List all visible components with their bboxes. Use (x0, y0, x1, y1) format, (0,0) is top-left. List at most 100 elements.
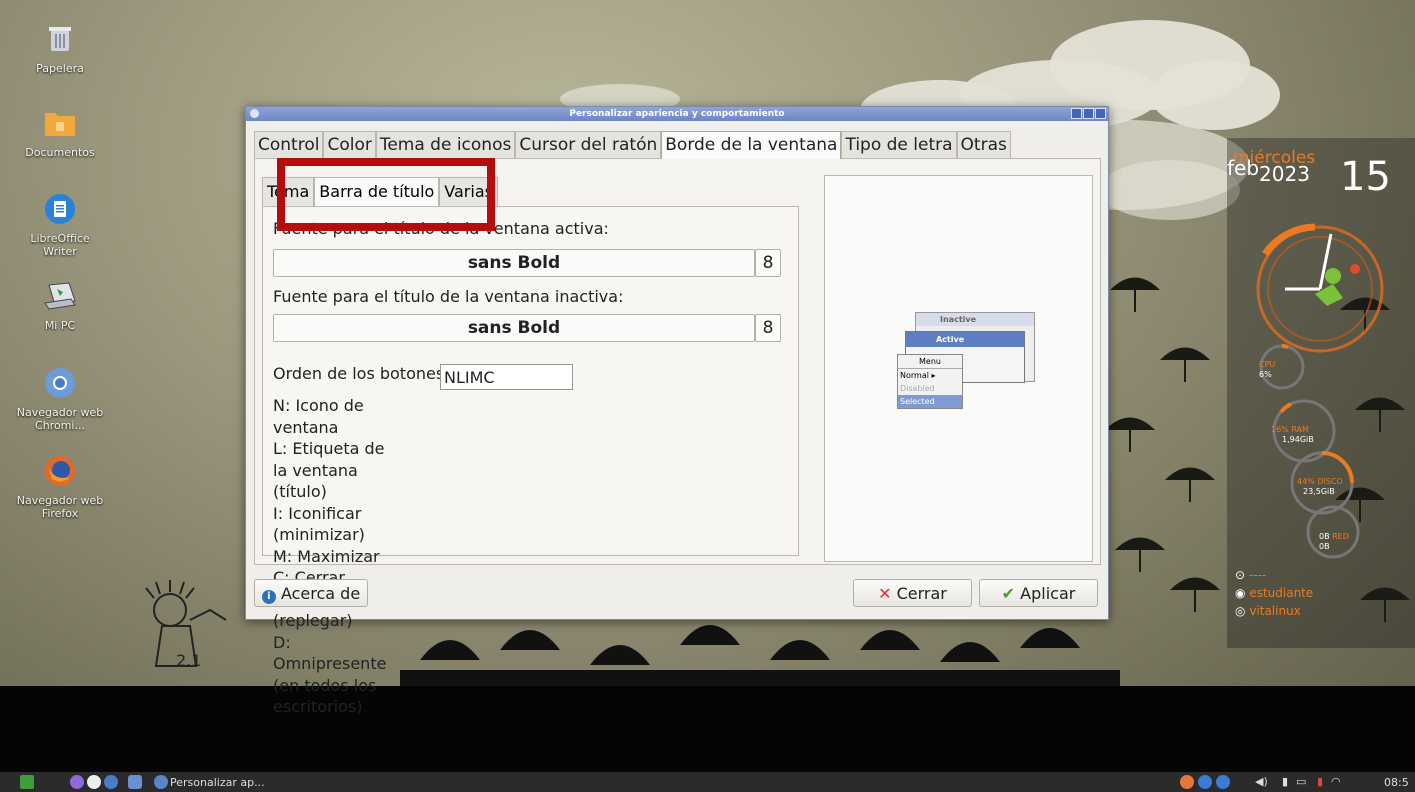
inactive-font-size[interactable]: 8 (755, 314, 781, 342)
legend-item: I: Iconificar (minimizar) (273, 503, 365, 545)
launcher-icon-1[interactable] (70, 775, 84, 789)
legend-item: M: Maximizar (273, 546, 380, 566)
disk-label: 44% DISCO (1297, 477, 1343, 486)
tab-other[interactable]: Otras (956, 131, 1011, 158)
desktop-icon-documents[interactable]: Documentos (15, 104, 105, 159)
ram-label: 16% RAM (1271, 425, 1309, 434)
info-icon: i (261, 590, 276, 604)
ip-icon: ⊙ (1235, 568, 1246, 582)
highlight-box (277, 158, 495, 231)
main-tabs: Control Color Tema de iconos Cursor del … (254, 131, 1011, 159)
preview-menu-title: Menu (898, 355, 962, 369)
show-desktop-icon[interactable] (128, 775, 142, 789)
window-menu-icon[interactable] (250, 109, 259, 118)
desktop-icon-label: LibreOffice Writer (30, 232, 90, 258)
inactive-font-button[interactable]: sans Bold (273, 314, 755, 342)
host-label: vitalinux (1249, 604, 1301, 618)
tray-icon-1[interactable] (1180, 775, 1194, 789)
cpu-value: 6% (1259, 370, 1272, 379)
net-label: RED (1332, 532, 1349, 541)
volume-icon[interactable]: ◀) (1255, 775, 1268, 788)
tray-icon-2[interactable] (1198, 775, 1212, 789)
desktop-icon-label: Mi PC (44, 319, 76, 332)
firefox-icon (41, 452, 79, 490)
boy-illustration: 2.1 (145, 580, 227, 670)
user-label: estudiante (1249, 586, 1314, 600)
cloud (1150, 60, 1280, 130)
battery-icon[interactable]: ▮ (1282, 775, 1288, 788)
close-x-icon: ✕ (878, 584, 892, 603)
tab-icon-theme[interactable]: Tema de iconos (375, 131, 516, 158)
launcher-icon-3[interactable] (104, 775, 118, 789)
button-order-input[interactable]: NLIMC (440, 364, 573, 390)
tab-cursor[interactable]: Cursor del ratón (515, 131, 662, 158)
active-font-size[interactable]: 8 (755, 249, 781, 277)
writer-icon (41, 190, 79, 228)
display-icon[interactable]: ▭ (1296, 775, 1306, 788)
disk-value: 23,5GiB (1303, 487, 1335, 496)
legend-item: L: Etiqueta de la ventana (título) (273, 439, 385, 501)
trash-icon (41, 20, 79, 58)
ground-silhouette (0, 686, 1415, 772)
minimize-icon[interactable] (1071, 108, 1082, 119)
start-menu-icon[interactable] (20, 775, 34, 789)
preview-menu-disabled: Disabled (900, 384, 935, 393)
user-icon: ◉ (1235, 586, 1246, 600)
maximize-icon[interactable] (1083, 108, 1094, 119)
active-font-button[interactable]: sans Bold (273, 249, 755, 277)
tab-color[interactable]: Color (323, 131, 376, 158)
desktop-icon-firefox[interactable]: Navegador web Firefox (15, 452, 105, 520)
preview-menu: Menu Normal ▸ Disabled Selected (897, 354, 963, 409)
order-label: Orden de los botones: (273, 364, 450, 383)
apply-label: Aplicar (1020, 584, 1076, 603)
ip-label: ---- (1248, 568, 1267, 582)
desktop-icon-mypc[interactable]: Mi PC (15, 277, 105, 332)
button-legend: N: Icono de ventana L: Etiqueta de la ve… (273, 395, 386, 718)
taskbar: Personalizar ap... ◀) ▮ ▭ ▮ ◠ 08:5 (0, 772, 1415, 792)
tab-font[interactable]: Tipo de letra (841, 131, 957, 158)
task-label[interactable]: Personalizar ap... (170, 776, 265, 789)
desktop-icon-chromium[interactable]: Navegador web Chromi... (15, 364, 105, 432)
window-titlebar[interactable]: Personalizar apariencia y comportamiento (246, 107, 1108, 121)
computer-icon (41, 277, 79, 315)
umbrellas-decoration (1105, 277, 1220, 612)
tab-control[interactable]: Control (254, 131, 324, 158)
apply-button[interactable]: ✔ Aplicar (979, 579, 1098, 607)
cloud (1100, 160, 1240, 220)
year-label: 2023 (1259, 162, 1310, 186)
tray-icon-3[interactable] (1216, 775, 1230, 789)
about-label: Acerca de (280, 584, 361, 603)
day-label: 15 (1340, 154, 1391, 200)
month-label: feb (1227, 156, 1260, 180)
preview-inactive-title: Inactive (916, 313, 1034, 326)
preview-menu-selected: Selected (898, 395, 962, 408)
ram-value: 1,94GiB (1282, 435, 1314, 444)
net-up: 0B (1319, 532, 1330, 541)
preview-active-title: Active (906, 332, 1024, 347)
close-label: Cerrar (896, 584, 947, 603)
inactive-font-label: Fuente para el título de la ventana inac… (273, 287, 624, 306)
desktop-icon-trash[interactable]: Papelera (15, 20, 105, 75)
cpu-label: CPU (1259, 360, 1276, 369)
desktop-icon-label: Navegador web Chromi... (16, 406, 104, 432)
network-icon[interactable]: ◠ (1331, 775, 1341, 788)
tab-window-border[interactable]: Borde de la ventana (661, 131, 842, 159)
launcher-icon-2[interactable] (87, 775, 101, 789)
check-icon: ✔ (1001, 584, 1016, 603)
host-icon: ◎ (1235, 604, 1246, 618)
folder-icon (41, 104, 79, 142)
theme-preview: Inactive Active Menu Normal ▸ Disabled S… (824, 175, 1093, 562)
svg-text:2.1: 2.1 (176, 651, 201, 670)
preview-menu-normal: Normal ▸ (900, 371, 936, 380)
close-icon[interactable] (1095, 108, 1106, 119)
window-title: Personalizar apariencia y comportamiento (569, 109, 785, 119)
titlebar-panel: Fuente para el título de la ventana acti… (262, 206, 799, 716)
desktop-icon-label: Documentos (25, 146, 95, 159)
close-button[interactable]: ✕ Cerrar (853, 579, 972, 607)
net-down: 0B (1319, 542, 1330, 551)
about-button[interactable]: i Acerca de (254, 579, 368, 607)
desktop-icon-writer[interactable]: LibreOffice Writer (15, 190, 105, 258)
clock[interactable]: 08:5 (1384, 776, 1409, 789)
update-icon[interactable]: ▮ (1317, 775, 1323, 788)
desktop-icon-label: Papelera (36, 62, 84, 75)
